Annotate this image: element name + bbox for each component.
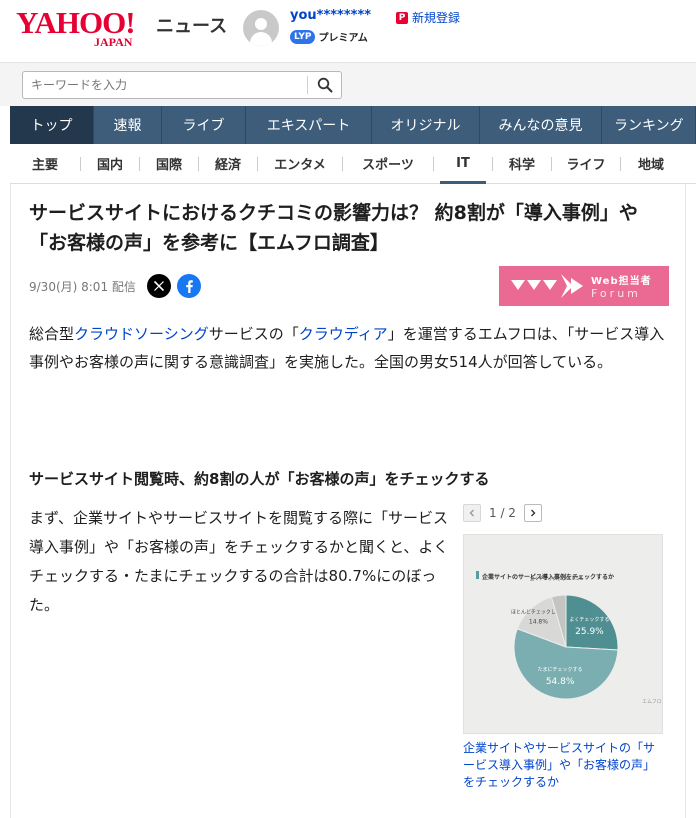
category-international[interactable]: 国際 [140, 144, 198, 184]
publisher-name-line1: Web担当者 [591, 276, 652, 287]
gallery-next-button[interactable] [523, 504, 542, 522]
paypay-icon: P [396, 11, 408, 24]
section-label[interactable]: ニュース [156, 12, 227, 38]
x-icon [153, 280, 165, 292]
article: サービスサイトにおけるクチコミの影響力は？ 約8割が「導入事例」や「お客様の声」… [10, 184, 686, 818]
publisher-logo[interactable]: Web担当者 Forum [499, 266, 669, 306]
category-science[interactable]: 科学 [493, 144, 551, 184]
lead-text-2: サービスの「 [208, 325, 299, 343]
pie-chart: よくチェックする25.9%たまにチェックする54.8%ほとんどチェックしない14… [511, 575, 619, 700]
article-lead: 総合型クラウドソーシングサービスの「クラウディア」を運営するエムフロは、「サービ… [29, 320, 673, 376]
chart-credit: エムフロ [642, 699, 662, 705]
user-name-link[interactable]: you******** [290, 8, 371, 23]
article-body-paragraph: まず、企業サイトやサービスサイトを閲覧する際に「サービス導入事例」や「お客様の声… [29, 509, 449, 614]
main-nav-opinions[interactable]: みんなの意見 [480, 106, 602, 144]
craudia-link[interactable]: クラウディア [299, 325, 388, 343]
publisher-name-line2: Forum [591, 287, 641, 300]
chevron-right-icon [530, 509, 536, 517]
search-bar-area [0, 62, 696, 106]
gallery-prev-button[interactable] [463, 504, 481, 522]
pie-slice-value: 25.9% [575, 627, 604, 637]
gallery-caption-link[interactable]: 企業サイトやサービスサイトの「サービス導入事例」や「お客様の声」をチェックするか [463, 740, 663, 791]
publisher-logo-mark [511, 274, 583, 298]
main-nav-original[interactable]: オリジナル [372, 106, 480, 144]
main-nav: トップ 速報 ライブ エキスパート オリジナル みんなの意見 ランキング [10, 106, 696, 144]
main-nav-ranking[interactable]: ランキング [602, 106, 696, 144]
avatar[interactable] [243, 10, 279, 46]
gallery-page-indicator: 1 / 2 [489, 506, 516, 520]
lyp-label: プレミアム [318, 33, 368, 44]
signup-label: 新規登録 [412, 11, 461, 25]
pie-slice-label: 全くチェックしない 4.5% [530, 575, 584, 582]
avatar-head [255, 18, 267, 30]
search-icon [317, 77, 333, 93]
main-nav-live[interactable]: ライブ [162, 106, 246, 144]
search-button[interactable] [309, 72, 341, 98]
main-nav-expert[interactable]: エキスパート [246, 106, 372, 144]
chevron-left-icon [469, 509, 474, 517]
lyp-badge: LYP [290, 29, 316, 44]
category-economy[interactable]: 経済 [199, 144, 257, 184]
category-entertainment[interactable]: エンタメ [258, 144, 342, 184]
category-domestic[interactable]: 国内 [81, 144, 139, 184]
avatar-body [250, 32, 272, 46]
search-divider [307, 76, 308, 94]
category-sports[interactable]: スポーツ [343, 144, 433, 184]
main-nav-top[interactable]: トップ [10, 106, 94, 144]
share-facebook-button[interactable] [177, 274, 201, 298]
search-box [22, 71, 342, 99]
crowdsourcing-link[interactable]: クラウドソーシング [74, 325, 209, 343]
logo-sub: JAPAN [94, 35, 133, 49]
article-dateline: 9/30(月) 8:01 配信 [29, 280, 136, 294]
category-nav: 主要 国内 国際 経済 エンタメ スポーツ IT 科学 ライフ 地域 [10, 144, 696, 184]
pie-slice-label: よくチェックする [569, 617, 609, 623]
category-local[interactable]: 地域 [621, 144, 681, 184]
yahoo-japan-logo[interactable]: YAHOO! JAPAN [16, 6, 156, 50]
pie-slice-value: 54.8% [546, 677, 575, 687]
article-subheading: サービスサイト閲覧時、約8割の人が「お客様の声」をチェックする [29, 470, 490, 488]
share-x-button[interactable] [147, 274, 171, 298]
lyp-premium-link[interactable]: LYP プレミアム [290, 29, 368, 44]
lead-text-1: 総合型 [29, 325, 75, 343]
category-separator [433, 156, 434, 171]
site-header: YAHOO! JAPAN ニュース you******** P 新規登録 LYP… [0, 0, 696, 60]
category-life[interactable]: ライフ [552, 144, 620, 184]
gallery-image[interactable]: 企業サイトのサービス導入事例をチェックするか よくチェックする 25.9% たまにチ… [463, 534, 663, 734]
article-headline: サービスサイトにおけるクチコミの影響力は？ 約8割が「導入事例」や「お客様の声」… [29, 202, 638, 254]
search-input[interactable] [23, 72, 307, 98]
pie-slice-value: 14.8% [529, 618, 548, 625]
category-main[interactable]: 主要 [10, 144, 80, 184]
main-nav-breaking[interactable]: 速報 [94, 106, 162, 144]
facebook-icon [186, 280, 193, 293]
category-it[interactable]: IT [440, 144, 486, 184]
gallery-pager: 1 / 2 [463, 504, 542, 522]
pie-slice-label: たまにチェックする [538, 667, 583, 673]
signup-link[interactable]: P 新規登録 [396, 9, 460, 26]
